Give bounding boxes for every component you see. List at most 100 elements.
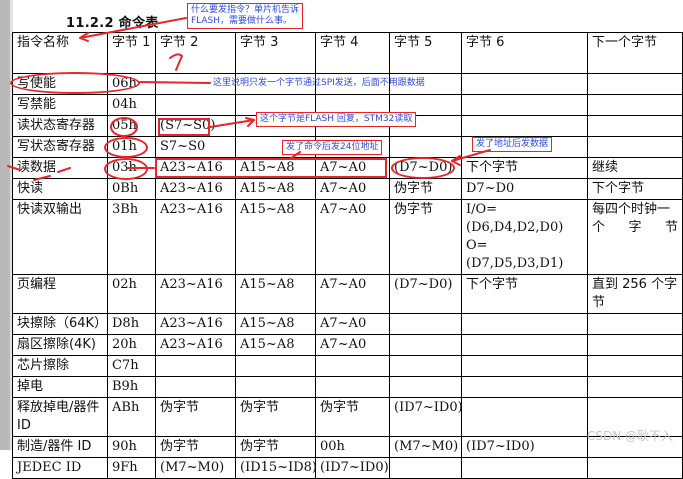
table-cell: 00h <box>315 436 390 458</box>
annotation-oval-05h <box>110 117 138 137</box>
table-cell <box>587 73 683 95</box>
table-cell <box>587 313 683 335</box>
table-cell: (D7~D0) <box>389 274 462 314</box>
table-cell <box>587 115 683 137</box>
table-cell: 快读 <box>12 178 108 200</box>
table-cell: 读状态寄存器 <box>12 115 108 137</box>
table-cell <box>461 355 588 377</box>
table-cell: A15~A8 <box>235 199 316 275</box>
annotation-oval-d7d0 <box>391 157 455 179</box>
viewer-left-border <box>0 0 10 450</box>
annotation-oval-write-enable <box>10 72 140 94</box>
table-cell <box>389 334 462 356</box>
table-cell: 伪字节 <box>235 436 316 458</box>
table-cell <box>461 457 588 479</box>
table-cell: D8h <box>107 313 156 335</box>
table-cell <box>235 376 316 398</box>
table-cell <box>389 457 462 479</box>
table-cell: 9Fh <box>107 457 156 479</box>
table-cell: 02h <box>107 274 156 314</box>
table-row: 掉电 B9h <box>12 376 683 398</box>
table-cell: S7~S0 <box>155 136 236 158</box>
table-cell <box>461 313 588 335</box>
table-cell: 写状态寄存器 <box>12 136 108 158</box>
table-row: 页编程 02h A23~A16 A15~A8 A7~A0 (D7~D0) 下个字节 直到 25… <box>12 274 683 314</box>
annotation-box-s7s0 <box>158 118 210 136</box>
header-cell: 下一个字节 <box>587 32 683 74</box>
table-row: 释放掉电/器件 ID ABh 伪字节 伪字节 伪字节 (ID7~ID0) <box>12 397 683 437</box>
table-body: 写使能 06h 写禁能 04h 读状态寄存器 05h (S7~S0) 写状态寄存器 01h S7~… <box>12 73 683 479</box>
table-cell: 0Bh <box>107 178 156 200</box>
header-cell: 字节 4 <box>315 32 390 74</box>
table-cell: ABh <box>107 397 156 437</box>
table-cell <box>389 136 462 158</box>
table-cell: A15~A8 <box>235 178 316 200</box>
table-cell: 直到 256 个字节 <box>587 274 683 314</box>
table-cell: 3Bh <box>107 199 156 275</box>
table-cell <box>461 376 588 398</box>
annotation-write-enable-note: 这里说明只发一个字节通过SPI发送，后面不用跟数据 <box>213 78 425 88</box>
table-cell: D7~D0 <box>461 178 588 200</box>
table-cell: 掉电 <box>12 376 108 398</box>
table-cell: 90h <box>107 436 156 458</box>
header-cell: 字节 5 <box>389 32 462 74</box>
table-cell <box>389 376 462 398</box>
table-cell: JEDEC ID <box>12 457 108 479</box>
table-cell <box>155 355 236 377</box>
table-cell: A15~A8 <box>235 313 316 335</box>
table-cell: 继续 <box>587 157 683 179</box>
table-cell: A23~A16 <box>155 274 236 314</box>
header-cell: 字节 2 <box>155 32 236 74</box>
table-cell: 释放掉电/器件 ID <box>12 397 108 437</box>
table-cell <box>389 313 462 335</box>
table-cell <box>587 136 683 158</box>
table-cell: A15~A8 <box>235 334 316 356</box>
watermark: CSDN @耿不入 <box>586 429 673 443</box>
table-cell <box>315 376 390 398</box>
annotation-why-command: 什么要发指令？单片机告诉 FLASH，需要做什么事。 <box>187 3 304 29</box>
table-cell: A7~A0 <box>315 313 390 335</box>
table-row: 块擦除（64K） D8h A23~A16 A15~A8 A7~A0 <box>12 313 683 335</box>
table-cell: (M7~M0) <box>389 436 462 458</box>
table-cell: 写禁能 <box>12 94 108 116</box>
header-cell: 指令名称 <box>12 32 108 74</box>
table-cell <box>315 355 390 377</box>
table-cell: A15~A8 <box>235 274 316 314</box>
table-cell <box>587 334 683 356</box>
table-cell <box>389 355 462 377</box>
table-cell <box>155 94 236 116</box>
table-cell: 伪字节 <box>235 397 316 437</box>
table-header-row: 指令名称 字节 1 字节 2 字节 3 字节 4 字节 5 字节 6 下一个字节 <box>12 32 683 74</box>
header-cell: 字节 1 <box>107 32 156 74</box>
table-cell: A7~A0 <box>315 199 390 275</box>
table-cell: (M7~M0) <box>155 457 236 479</box>
header-cell: 字节 6 <box>461 32 588 74</box>
annotation-oval-03h <box>104 158 148 180</box>
table-cell: A23~A16 <box>155 334 236 356</box>
table-cell: 扇区擦除(4K) <box>12 334 108 356</box>
table-cell: 伪字节 <box>389 199 462 275</box>
table-row: 快读 0Bh A23~A16 A15~A8 A7~A0 伪字节 D7~D0 下个字节 <box>12 178 683 200</box>
table-cell: 每四个时钟一个字节 <box>587 199 683 275</box>
table-cell <box>461 397 588 437</box>
annotation-status-reply: 这个字节是FLASH 回复，STM32读取 <box>256 112 417 127</box>
table-cell <box>587 457 683 479</box>
table-cell: 伪字节 <box>155 397 236 437</box>
table-cell: A23~A16 <box>155 313 236 335</box>
table-cell <box>461 334 588 356</box>
table-cell: (ID7~ID0) <box>461 436 588 458</box>
table-cell: 制造/器件 ID <box>12 436 108 458</box>
table-cell: A7~A0 <box>315 334 390 356</box>
table-cell: 块擦除（64K） <box>12 313 108 335</box>
table-cell <box>461 94 588 116</box>
section-heading: 11.2.2 命令表 <box>66 16 159 31</box>
command-table: 指令名称 字节 1 字节 2 字节 3 字节 4 字节 5 字节 6 下一个字节… <box>12 32 683 479</box>
table-cell: 芯片擦除 <box>12 355 108 377</box>
table-cell: 伪字节 <box>155 436 236 458</box>
annotation-addr-24: 发了命令后发24位地址 <box>282 140 383 155</box>
table-cell: (ID7~ID0) <box>315 457 390 479</box>
table-cell: A23~A16 <box>155 199 236 275</box>
annotation-box-address <box>155 158 387 178</box>
table-cell: A23~A16 <box>155 178 236 200</box>
table-cell <box>461 115 588 137</box>
